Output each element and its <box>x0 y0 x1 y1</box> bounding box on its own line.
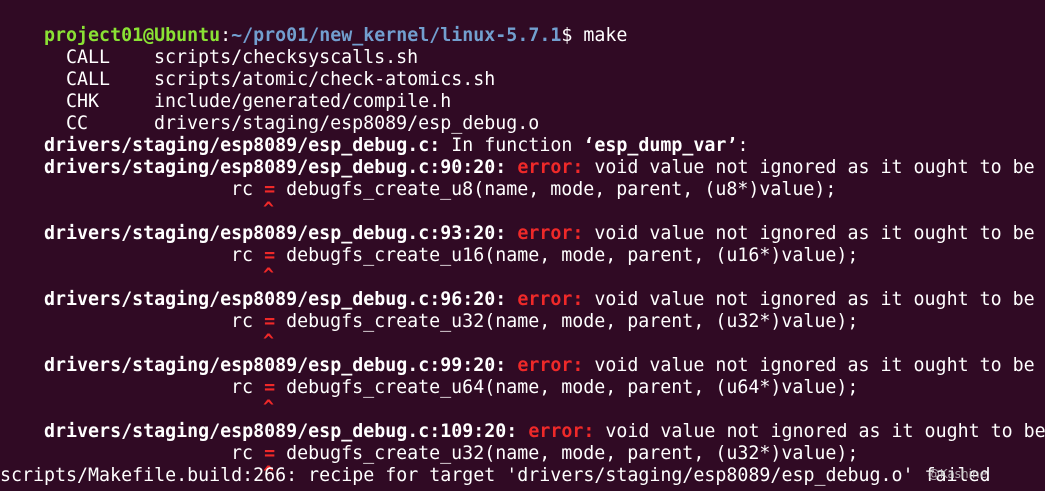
error-line: drivers/staging/esp8089/esp_debug.c:93:2… <box>0 201 1035 244</box>
watermark: @Kashine <box>927 467 987 481</box>
error-code-post: debugfs_create_u16(name, mode, parent, (… <box>275 245 859 266</box>
error-line: drivers/staging/esp8089/esp_debug.c:90:2… <box>0 135 1035 178</box>
build-step-line: CALL scripts/checksyscalls.sh <box>0 25 418 68</box>
error-caret-line: ^ <box>0 309 274 352</box>
error-caret-line: ^ <box>0 177 274 220</box>
error-caret-line: ^ <box>0 375 274 418</box>
prompt-suffix: $ <box>561 25 584 46</box>
error-code-line: rc = debugfs_create_u8(name, mode, paren… <box>0 157 836 200</box>
error-code-line: rc = debugfs_create_u32(name, mode, pare… <box>0 421 858 464</box>
error-code-line: rc = debugfs_create_u64(name, mode, pare… <box>0 355 858 398</box>
build-step-line: CHK include/generated/compile.h <box>0 69 451 112</box>
prompt-command: make <box>583 25 628 46</box>
build-step-line: CALL scripts/atomic/check-atomics.sh <box>0 47 495 90</box>
error-caret-line: ^ <box>0 243 274 286</box>
error-code-line: rc = debugfs_create_u32(name, mode, pare… <box>0 289 858 332</box>
terminal-window[interactable]: project01@Ubuntu:~/pro01/new_kernel/linu… <box>0 0 1045 491</box>
error-code-post: debugfs_create_u64(name, mode, parent, (… <box>275 377 859 398</box>
error-caret-line: ^ <box>0 441 274 484</box>
error-code-post: debugfs_create_u8(name, mode, parent, (u… <box>275 179 837 200</box>
error-line: drivers/staging/esp8089/esp_debug.c:96:2… <box>0 267 1035 310</box>
function-note-line: drivers/staging/esp8089/esp_debug.c: In … <box>0 113 748 156</box>
prompt-line: project01@Ubuntu:~/pro01/new_kernel/linu… <box>0 3 627 46</box>
error-line: drivers/staging/esp8089/esp_debug.c:109:… <box>0 399 1045 442</box>
error-code-line: rc = debugfs_create_u16(name, mode, pare… <box>0 223 858 266</box>
error-code-post: debugfs_create_u32(name, mode, parent, (… <box>275 311 859 332</box>
error-line: drivers/staging/esp8089/esp_debug.c:99:2… <box>0 333 1035 376</box>
makefile-recipe-line: scripts/Makefile.build:266: recipe for t… <box>0 465 991 486</box>
build-step-line: CC drivers/staging/esp8089/esp_debug.o <box>0 91 539 134</box>
error-code-post: debugfs_create_u32(name, mode, parent, (… <box>275 443 859 464</box>
